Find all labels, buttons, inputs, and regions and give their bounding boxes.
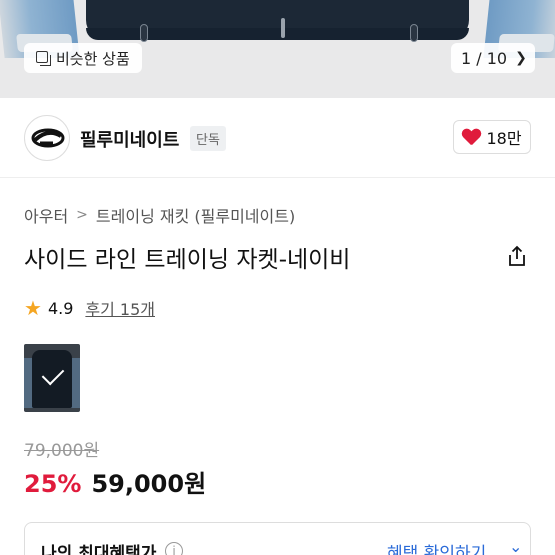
stack-icon [36, 51, 51, 66]
exclusive-badge: 단독 [190, 126, 226, 151]
pager-text: 1 / 10 [461, 48, 508, 68]
similar-products-label: 비슷한 상품 [56, 49, 130, 68]
chevron-right-icon: ❯ [515, 50, 527, 66]
similar-products-button[interactable]: 비슷한 상품 [24, 43, 142, 73]
heart-icon [462, 129, 480, 145]
drawcord-toggle-left [140, 24, 148, 42]
max-benefit-box[interactable]: 나의 최대혜택가 i 혜택 확인하기 ⌄ [24, 522, 531, 555]
breadcrumb: 아우터 > 트레이닝 재킷 (필루미네이트) [24, 203, 295, 227]
like-button[interactable]: 18만 [453, 120, 531, 154]
brand-row[interactable]: 필루미네이트 단독 18만 [0, 98, 555, 178]
price-row: 25% 59,000원 [24, 464, 206, 499]
drawcord-toggle-right [410, 24, 418, 42]
product-title: 사이드 라인 트레이닝 자켓-네이비 [24, 247, 351, 273]
breadcrumb-item-category[interactable]: 트레이닝 재킷 (필루미네이트) [96, 203, 295, 227]
breadcrumb-item-outer[interactable]: 아우터 [24, 203, 68, 227]
brand-logo[interactable] [24, 115, 70, 161]
max-benefit-label: 나의 최대혜택가 [41, 544, 157, 555]
original-price: 79,000원 [24, 441, 100, 461]
rating-value: 4.9 [47, 298, 74, 318]
product-image[interactable]: 비슷한 상품 1 / 10 ❯ [0, 0, 555, 98]
zipper-pull [281, 18, 285, 38]
image-pager[interactable]: 1 / 10 ❯ [451, 43, 535, 73]
check-benefit-link[interactable]: 혜택 확인하기 [387, 539, 486, 555]
chevron-down-icon[interactable]: ⌄ [509, 537, 522, 555]
discount-rate: 25% [24, 470, 82, 498]
sale-price: 59,000원 [91, 470, 207, 498]
rating: ★ 4.9 후기 15개 [24, 296, 155, 320]
reviews-link[interactable]: 후기 15개 [85, 296, 155, 320]
like-count: 18만 [486, 129, 522, 148]
brand-name[interactable]: 필루미네이트 [80, 126, 179, 152]
star-icon: ★ [24, 296, 42, 320]
share-icon[interactable] [505, 244, 529, 268]
breadcrumb-separator: > [76, 207, 88, 223]
color-option-navy[interactable] [24, 344, 80, 412]
info-icon[interactable]: i [165, 542, 183, 555]
